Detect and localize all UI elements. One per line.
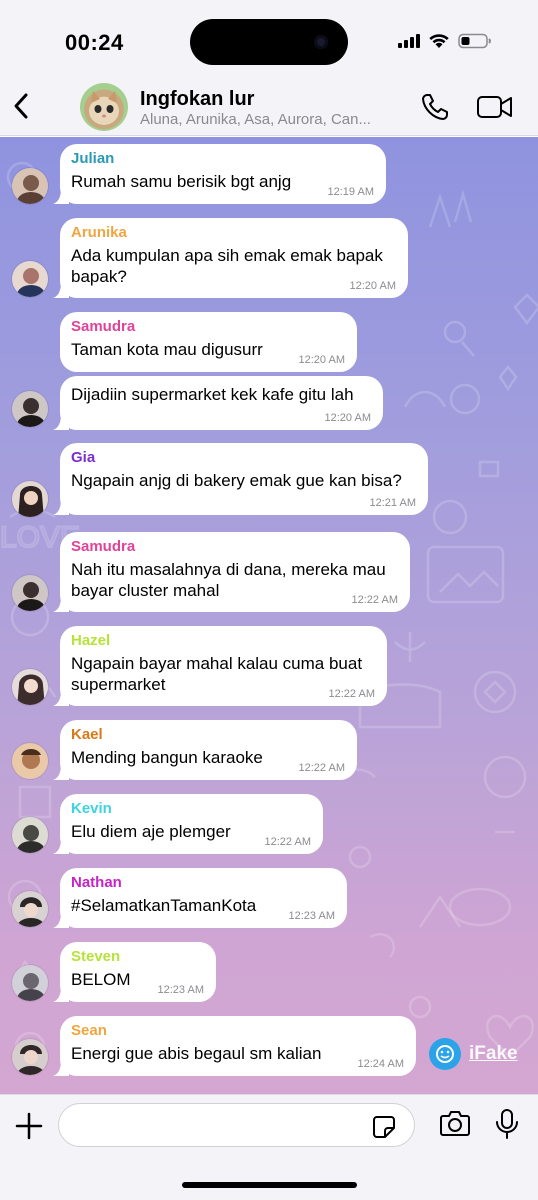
message-bubble[interactable]: Nathan #SelamatkanTamanKota 12:23 AM (53, 868, 347, 928)
message-time: 12:22 AM (298, 762, 345, 774)
message-time: 12:21 AM (369, 497, 416, 509)
message-sender: Nathan (71, 874, 122, 891)
message-time: 12:19 AM (327, 186, 374, 198)
status-bar: 00:24 (0, 0, 538, 80)
back-icon[interactable] (10, 90, 34, 122)
message-time: 12:20 AM (349, 280, 396, 292)
status-icons (398, 33, 492, 49)
message-text: Ada kumpulan apa sih emak emak bapak bapa… (71, 246, 383, 286)
ifake-logo-icon (429, 1038, 461, 1070)
status-time: 00:24 (65, 30, 124, 55)
message-sender: Gia (71, 449, 96, 466)
message-text: Energi gue abis begaul sm kalian (71, 1044, 322, 1063)
battery-icon (458, 33, 491, 49)
message-time: 12:23 AM (288, 910, 335, 922)
sticker-icon[interactable] (372, 1115, 396, 1139)
message-time: 12:22 AM (328, 688, 375, 700)
chat-area[interactable]: LOVE Julian Rumah samu berisik bgt anjg … (0, 137, 538, 1094)
ifake-watermark: iFake (429, 1038, 518, 1070)
message-bubble[interactable]: Julian Rumah samu berisik bgt anjg 12:19… (53, 144, 386, 204)
message-sender: Samudra (71, 538, 136, 555)
signal-icon (398, 34, 420, 48)
group-members: Aluna, Arunika, Asa, Aurora, Can... (140, 111, 371, 128)
message-bubble[interactable]: Samudra Nah itu masalahnya di dana, mere… (53, 532, 410, 612)
message-sender: Julian (71, 150, 115, 167)
message-time: 12:22 AM (351, 594, 398, 606)
camera-icon[interactable] (439, 1109, 471, 1137)
sender-avatar[interactable] (11, 890, 49, 928)
message-sender: Hazel (71, 632, 111, 649)
message-text: Nah itu masalahnya di dana, mereka mau ba… (71, 560, 386, 600)
message-sender: Kevin (71, 800, 112, 817)
message-text: Ngapain anjg di bakery emak gue kan bisa… (71, 471, 402, 490)
message-time: 12:24 AM (357, 1058, 404, 1070)
sender-avatar[interactable] (11, 574, 49, 612)
sender-avatar[interactable] (11, 816, 49, 854)
message-bubble[interactable]: Hazel Ngapain bayar mahal kalau cuma bua… (53, 626, 387, 706)
message-bubble[interactable]: Gia Ngapain anjg di bakery emak gue kan … (53, 443, 428, 515)
message-bubble[interactable]: Kevin Elu diem aje plemger 12:22 AM (53, 794, 323, 854)
phone-icon[interactable] (420, 92, 450, 122)
dynamic-island (190, 19, 348, 65)
sender-avatar[interactable] (11, 167, 49, 205)
microphone-icon[interactable] (494, 1108, 520, 1140)
message-bubble[interactable]: Samudra Taman kota mau digusurr 12:20 AM (60, 312, 357, 372)
message-sender: Kael (71, 726, 103, 743)
message-sender: Arunika (71, 224, 127, 241)
message-time: 12:20 AM (324, 412, 371, 424)
group-avatar[interactable] (80, 83, 128, 131)
sender-avatar[interactable] (11, 480, 49, 518)
message-sender: Sean (71, 1022, 107, 1039)
sender-avatar[interactable] (11, 964, 49, 1002)
video-camera-icon[interactable] (476, 94, 514, 120)
plus-icon[interactable] (14, 1111, 44, 1141)
message-input[interactable] (58, 1103, 415, 1147)
message-time: 12:22 AM (264, 836, 311, 848)
message-sender: Steven (71, 948, 121, 965)
sender-avatar[interactable] (11, 1038, 49, 1076)
group-title[interactable]: Ingfokan lur (140, 88, 254, 111)
message-text: Dijadiin supermarket kek kafe gitu lah (71, 385, 354, 404)
message-bubble[interactable]: Steven BELOM 12:23 AM (53, 942, 216, 1002)
message-bubble[interactable]: Kael Mending bangun karaoke 12:22 AM (53, 720, 357, 780)
sender-avatar[interactable] (11, 668, 49, 706)
sender-avatar[interactable] (11, 742, 49, 780)
home-indicator[interactable] (182, 1182, 357, 1188)
message-bubble[interactable]: Arunika Ada kumpulan apa sih emak emak b… (53, 218, 408, 298)
input-bar (0, 1094, 538, 1200)
message-bubble[interactable]: Sean Energi gue abis begaul sm kalian 12… (53, 1016, 416, 1076)
chat-header: Ingfokan lur Aluna, Arunika, Asa, Aurora… (0, 80, 538, 136)
message-sender: Samudra (71, 318, 136, 335)
wifi-icon (429, 34, 449, 48)
message-bubble[interactable]: Dijadiin supermarket kek kafe gitu lah 1… (53, 376, 383, 430)
message-time: 12:23 AM (157, 984, 204, 996)
sender-avatar[interactable] (11, 390, 49, 428)
sender-avatar[interactable] (11, 260, 49, 298)
watermark-text: iFake (469, 1043, 518, 1064)
message-time: 12:20 AM (298, 354, 345, 366)
